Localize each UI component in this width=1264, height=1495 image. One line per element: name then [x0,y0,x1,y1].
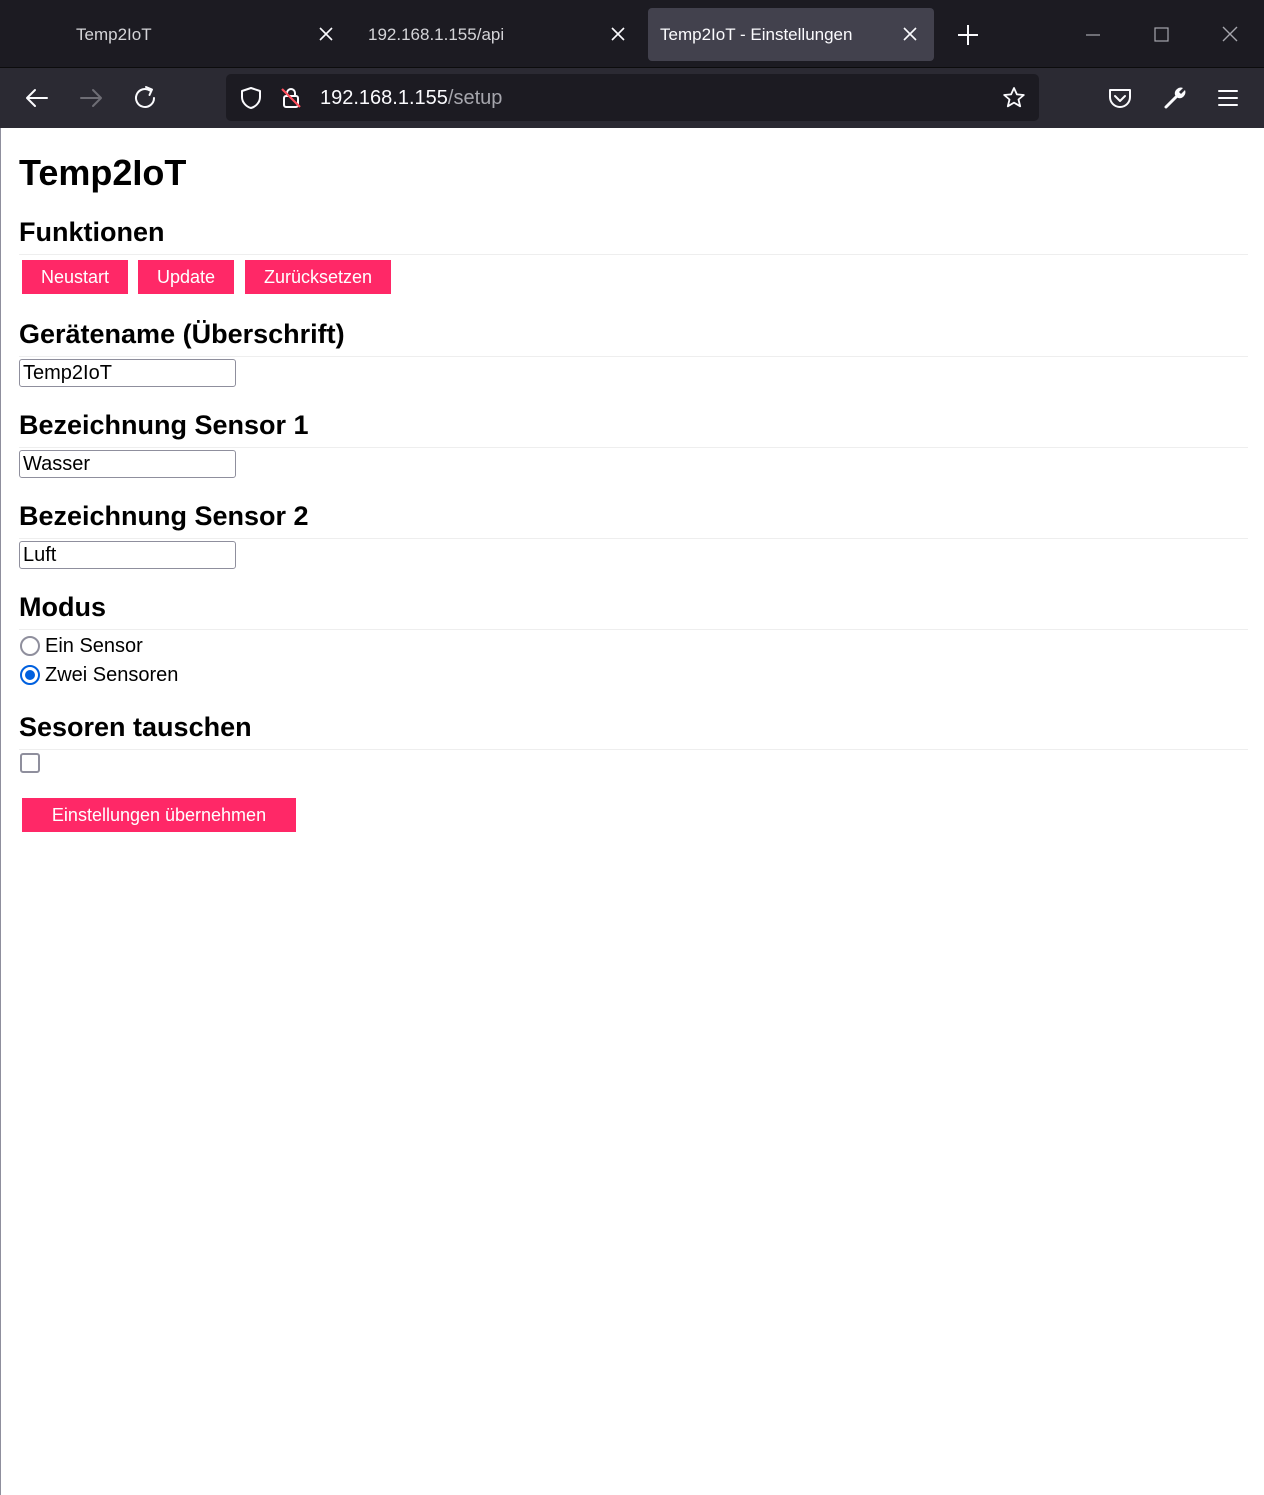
close-icon[interactable] [607,23,629,45]
device-name-heading: Gerätename (Überschrift) [19,319,1248,357]
restart-button[interactable]: Neustart [22,260,128,294]
wrench-icon[interactable] [1160,83,1190,113]
functions-heading: Funktionen [19,217,1248,255]
radio-label: Zwei Sensoren [45,664,179,686]
reload-icon[interactable] [130,83,160,113]
url-bar[interactable]: 192.168.1.155/setup [226,74,1039,121]
tab-title: Temp2IoT [76,25,152,44]
menu-icon[interactable] [1213,83,1243,113]
navigation-bar: 192.168.1.155/setup [0,68,1264,128]
swap-sensors-heading: Sesoren tauschen [19,712,1248,750]
url-text[interactable]: 192.168.1.155/setup [320,87,502,110]
page-content: Temp2IoT Funktionen Neustart Update Zurü… [0,128,1264,1495]
sensor2-heading: Bezeichnung Sensor 2 [19,501,1248,539]
sensor1-heading: Bezeichnung Sensor 1 [19,410,1248,448]
url-path: /setup [447,87,503,109]
radio-button-checked[interactable] [20,665,40,685]
sensor2-name-input[interactable] [19,541,236,569]
tab-einstellungen[interactable]: Temp2IoT - Einstellungen [648,8,934,61]
tab-api[interactable]: 192.168.1.155/api [354,8,642,61]
close-icon[interactable] [899,23,921,45]
update-button[interactable]: Update [138,260,234,294]
radio-label: Ein Sensor [45,635,143,657]
back-arrow-icon[interactable] [22,83,52,113]
forward-arrow-icon[interactable] [76,83,106,113]
swap-sensors-checkbox[interactable] [20,753,40,773]
window-close-icon[interactable] [1215,20,1245,50]
insecure-lock-icon[interactable] [278,85,304,111]
maximize-icon[interactable] [1146,20,1176,50]
radio-button[interactable] [20,636,40,656]
page-title: Temp2IoT [19,152,187,193]
shield-icon[interactable] [238,85,264,111]
tab-title: 192.168.1.155/api [368,25,505,44]
url-host: 192.168.1.155 [320,87,448,109]
new-tab-icon[interactable] [954,21,982,49]
minimize-icon[interactable] [1078,20,1108,50]
tab-temp2iot[interactable]: Temp2IoT [60,8,350,61]
pocket-icon[interactable] [1105,83,1135,113]
mode-heading: Modus [19,592,1248,630]
tab-title: Temp2IoT - Einstellungen [660,25,853,44]
bookmark-star-icon[interactable] [1001,85,1027,111]
tab-strip: Temp2IoT 192.168.1.155/api Temp2IoT - Ei… [0,0,1264,68]
device-name-input[interactable] [19,359,236,387]
sensor1-name-input[interactable] [19,450,236,478]
apply-settings-button[interactable]: Einstellungen übernehmen [22,798,296,832]
close-icon[interactable] [315,23,337,45]
reset-button[interactable]: Zurücksetzen [245,260,391,294]
